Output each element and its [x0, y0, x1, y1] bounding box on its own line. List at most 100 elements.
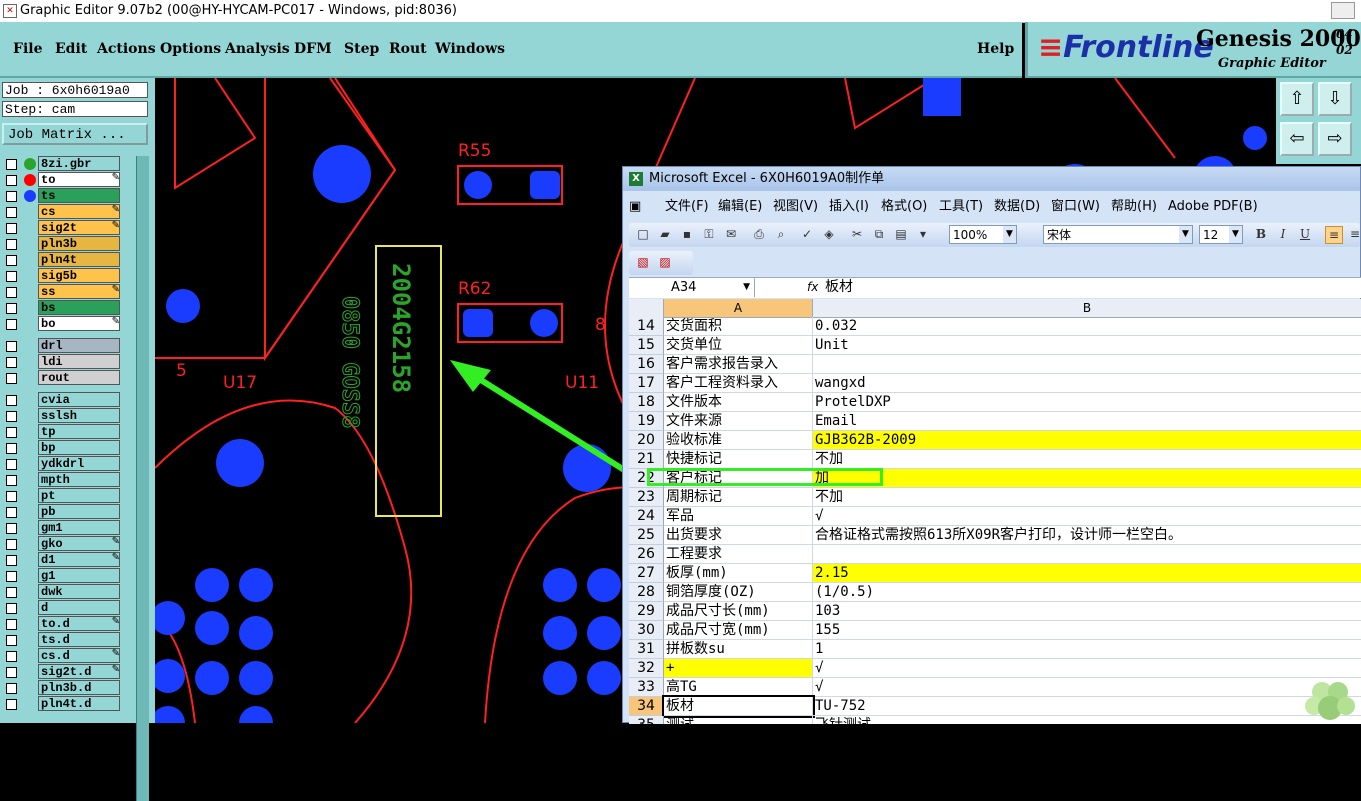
layer-row[interactable]: cs.d ✎	[4, 648, 122, 664]
view-up-icon[interactable]: ⇧	[1280, 82, 1314, 116]
pdf-email-icon[interactable]: ▨	[657, 254, 673, 270]
cell-b[interactable]: (1/0.5)	[813, 583, 1361, 602]
layer-name[interactable]: ts.d	[38, 632, 120, 647]
cell-a[interactable]: 交货单位	[664, 336, 813, 355]
excel-menu-format[interactable]: 格式(O)	[881, 195, 927, 219]
layer-scrollbar[interactable]	[136, 156, 149, 801]
row-number[interactable]: 26	[629, 545, 664, 564]
cell-b[interactable]: 不加	[813, 488, 1361, 507]
row-number[interactable]: 16	[629, 355, 664, 374]
cell-a[interactable]: 客户需求报告录入	[664, 355, 813, 374]
cell-b[interactable]: ProtelDXP	[813, 393, 1361, 412]
layer-checkbox[interactable]	[6, 555, 17, 566]
cell-a[interactable]: 铜箔厚度(OZ)	[664, 583, 813, 602]
formula-input[interactable]: 板材	[825, 278, 853, 297]
layer-name[interactable]: d	[38, 600, 120, 615]
layer-name[interactable]: sig5b	[38, 268, 120, 283]
cell-a[interactable]: 验收标准	[664, 431, 813, 450]
layer-checkbox[interactable]	[6, 651, 17, 662]
layer-checkbox[interactable]	[6, 159, 17, 170]
cell-a[interactable]: 周期标记	[664, 488, 813, 507]
menu-analysis[interactable]: Analysis	[225, 41, 290, 57]
align-center-icon[interactable]: ≡	[1347, 226, 1361, 242]
print-icon[interactable]: ⎙	[751, 226, 767, 242]
cell-a[interactable]: 文件来源	[664, 412, 813, 431]
cell-b[interactable]: Unit	[813, 336, 1361, 355]
layer-row[interactable]: drl	[4, 338, 122, 354]
layer-row[interactable]: pt	[4, 488, 122, 504]
menu-file[interactable]: File	[13, 41, 42, 57]
layer-name[interactable]: ldi	[38, 354, 120, 369]
layer-row[interactable]: ydkdrl	[4, 456, 122, 472]
cell-a[interactable]: 出货要求	[664, 526, 813, 545]
cell-b[interactable]: 不加	[813, 450, 1361, 469]
row-number[interactable]: 23	[629, 488, 664, 507]
cell-b[interactable]: 0.032	[813, 317, 1361, 336]
spreadsheet-grid[interactable]: A B 14 交货面积 0.032 15 交货单位 Unit 16 客户需求报告录入 17 客户工…	[629, 299, 1361, 724]
layer-checkbox[interactable]	[6, 319, 17, 330]
cell-b[interactable]: 103	[813, 602, 1361, 621]
minimize-button[interactable]	[1331, 2, 1355, 19]
layer-checkbox[interactable]	[6, 191, 17, 202]
font-size-select[interactable]: 12 ▼	[1199, 225, 1243, 244]
layer-name[interactable]: pln4t.d	[38, 696, 120, 711]
layer-row[interactable]: ts.d	[4, 632, 122, 648]
layer-checkbox[interactable]	[6, 287, 17, 298]
layer-row[interactable]: ss ✎	[4, 284, 122, 300]
layer-row[interactable]: sslsh	[4, 408, 122, 424]
layer-row[interactable]: to ✎	[4, 172, 122, 188]
excel-menu-window[interactable]: 窗口(W)	[1051, 195, 1100, 219]
layer-row[interactable]: mpth	[4, 472, 122, 488]
menu-windows[interactable]: Windows	[435, 41, 505, 57]
layer-row[interactable]: 8zi.gbr	[4, 156, 122, 172]
layer-row[interactable]: pln4t	[4, 252, 122, 268]
layer-name[interactable]: pln3b.d	[38, 680, 120, 695]
layer-checkbox[interactable]	[6, 443, 17, 454]
layer-row[interactable]: sig5b	[4, 268, 122, 284]
row-number[interactable]: 25	[629, 526, 664, 545]
layer-row[interactable]: bp	[4, 440, 122, 456]
layer-row[interactable]: ts	[4, 188, 122, 204]
email-icon[interactable]: ✉	[723, 226, 739, 242]
row-number[interactable]: 15	[629, 336, 664, 355]
cell-a[interactable]: 拼板数su	[664, 640, 813, 659]
layer-name[interactable]: bp	[38, 440, 120, 455]
layer-checkbox[interactable]	[6, 341, 17, 352]
layer-name[interactable]: sslsh	[38, 408, 120, 423]
row-number[interactable]: 28	[629, 583, 664, 602]
excel-menu-adobe-pdf[interactable]: Adobe PDF(B)	[1168, 195, 1258, 219]
layer-row[interactable]: sig2t.d ✎	[4, 664, 122, 680]
cell-b[interactable]: 加	[813, 469, 1361, 488]
excel-menu-help[interactable]: 帮助(H)	[1111, 195, 1157, 219]
layer-name[interactable]: 8zi.gbr	[38, 156, 120, 171]
layer-row[interactable]: bo ✎	[4, 316, 122, 332]
layer-checkbox[interactable]	[6, 539, 17, 550]
cell-b[interactable]: 1	[813, 640, 1361, 659]
cell-b[interactable]: 合格证格式需按照613所X09R客户打印，设计师一栏空白。	[813, 526, 1361, 545]
cell-a[interactable]: 板材	[662, 695, 815, 718]
layer-row[interactable]: tp	[4, 424, 122, 440]
excel-menu-insert[interactable]: 插入(I)	[829, 195, 869, 219]
layer-row[interactable]: pln4t.d	[4, 696, 122, 712]
cell-a[interactable]: 板厚(mm)	[664, 564, 813, 583]
align-left-icon[interactable]: ≡	[1325, 226, 1343, 244]
layer-name[interactable]: cs.d	[38, 648, 120, 663]
layer-name[interactable]: gm1	[38, 520, 120, 535]
layer-name[interactable]: pt	[38, 488, 120, 503]
cell-b[interactable]: GJB362B-2009	[813, 431, 1361, 450]
cell-a[interactable]: +	[664, 659, 813, 678]
cell-b[interactable]: 2.15	[813, 564, 1361, 583]
excel-doc-icon[interactable]: ▣	[629, 195, 641, 219]
layer-name[interactable]: gko	[38, 536, 120, 551]
row-number[interactable]: 21	[629, 450, 664, 469]
layer-name[interactable]: pln3b	[38, 236, 120, 251]
layer-checkbox[interactable]	[6, 667, 17, 678]
job-matrix-button[interactable]: Job Matrix ...	[2, 123, 148, 145]
permission-icon[interactable]: ⚿	[701, 226, 717, 242]
layer-name[interactable]: drl	[38, 338, 120, 353]
row-number[interactable]: 19	[629, 412, 664, 431]
italic-icon[interactable]: I	[1275, 226, 1291, 242]
cut-icon[interactable]: ✂	[849, 226, 865, 242]
cell-a[interactable]: 成品尺寸宽(mm)	[664, 621, 813, 640]
font-select[interactable]: 宋体 ▼	[1043, 225, 1193, 244]
